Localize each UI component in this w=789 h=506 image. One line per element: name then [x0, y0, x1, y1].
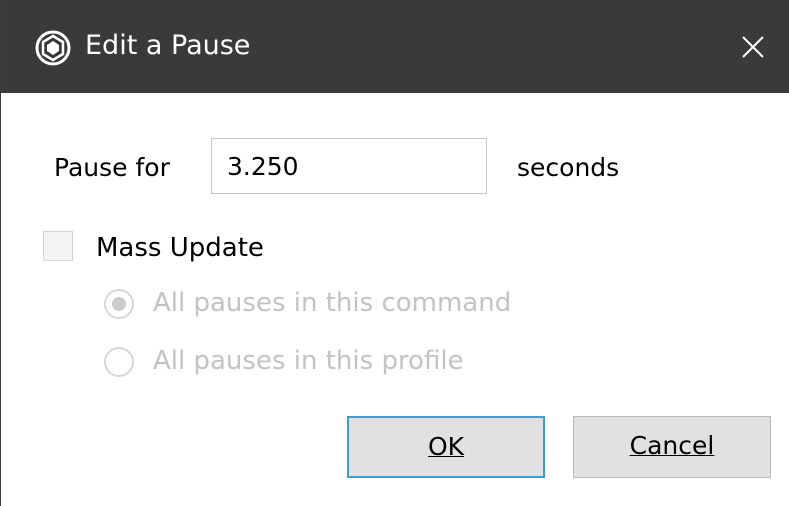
mass-update-label[interactable]: Mass Update: [96, 233, 264, 263]
window-title: Edit a Pause: [85, 30, 251, 61]
radio-all-in-profile-label[interactable]: All pauses in this profile: [153, 346, 464, 376]
radio-all-in-command-label[interactable]: All pauses in this command: [153, 288, 511, 318]
dialog-body: Pause for seconds Mass Update All pauses…: [1, 93, 789, 506]
ok-button-label: OK: [427, 432, 465, 461]
app-logo-icon: [35, 30, 71, 66]
title-bar: Edit a Pause: [1, 0, 789, 93]
pause-duration-input[interactable]: [211, 138, 487, 194]
radio-all-in-command[interactable]: [104, 289, 134, 319]
edit-pause-dialog: Edit a Pause Pause for seconds Mass Upda…: [0, 0, 789, 506]
radio-selected-dot: [112, 297, 126, 311]
close-icon: [742, 36, 764, 58]
close-button[interactable]: [721, 14, 781, 80]
cancel-button-label: Cancel: [629, 431, 715, 460]
radio-all-in-profile[interactable]: [104, 347, 134, 377]
mass-update-checkbox[interactable]: [43, 231, 73, 261]
ok-button[interactable]: OK: [347, 416, 545, 478]
pause-for-label: Pause for: [54, 153, 170, 182]
seconds-unit-label: seconds: [517, 153, 620, 182]
cancel-button[interactable]: Cancel: [573, 416, 771, 478]
